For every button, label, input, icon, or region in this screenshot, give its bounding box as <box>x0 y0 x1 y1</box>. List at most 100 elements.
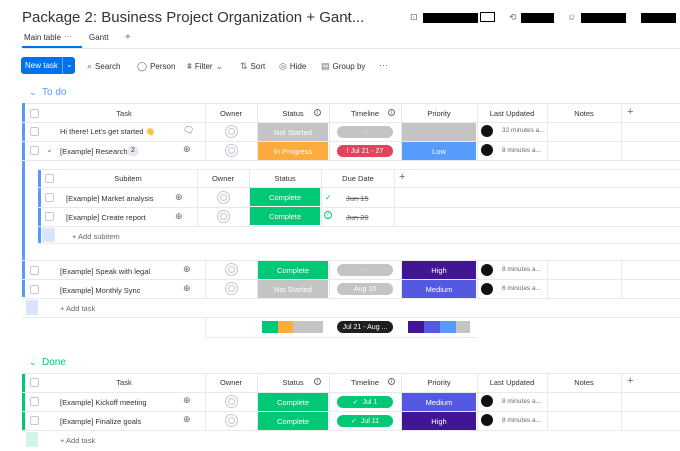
task-name[interactable]: [Example] Finalize goals <box>60 417 141 426</box>
chevron-down-icon[interactable]: ⌄ <box>29 357 37 368</box>
integrate-icon[interactable]: ⊡ <box>410 12 418 23</box>
column-header-priority[interactable]: Priority <box>402 378 476 387</box>
owner-avatar-empty[interactable] <box>217 191 230 204</box>
subitem-name[interactable]: [Example] Create report <box>66 213 146 222</box>
owner-avatar-empty[interactable] <box>225 282 238 295</box>
priority-pill[interactable] <box>402 123 476 141</box>
subitem-header-owner[interactable]: Owner <box>198 174 248 183</box>
info-icon[interactable]: i <box>314 109 321 116</box>
group-by-button[interactable]: ▤ Group by <box>321 61 365 72</box>
status-pill[interactable]: Complete <box>258 412 328 430</box>
subitem-checkbox[interactable] <box>45 212 54 221</box>
status-pill[interactable]: In Progress <box>258 142 328 160</box>
timeline-pill[interactable]: ! Jul 21 - 27 <box>337 145 393 157</box>
add-update-icon[interactable]: ⊕ <box>183 264 191 275</box>
add-subitem-row[interactable]: + Add subitem <box>72 232 120 241</box>
tab-more-icon[interactable]: ··· <box>64 32 72 41</box>
column-header-task[interactable]: Task <box>44 109 204 118</box>
column-header-owner[interactable]: Owner <box>206 378 256 387</box>
search-button[interactable]: ⌕ Search <box>87 61 120 72</box>
add-update-icon[interactable]: ⊕ <box>183 144 191 155</box>
subitem-status-pill[interactable]: Complete <box>250 207 320 225</box>
due-date-text[interactable]: Jun 15 <box>346 194 369 203</box>
chevron-down-icon[interactable]: ⌄ <box>46 145 53 154</box>
add-subitem-column-button[interactable]: + <box>399 171 405 183</box>
owner-avatar-empty[interactable] <box>225 125 238 138</box>
sort-button[interactable]: ⇅ Sort <box>240 61 265 72</box>
invite-icon[interactable]: ☺ <box>567 12 576 22</box>
task-name[interactable]: Hi there! Let's get started 👋 <box>60 127 155 136</box>
chevron-down-icon[interactable]: ⌄ <box>66 60 73 69</box>
subitem-checkbox[interactable] <box>45 193 54 202</box>
person-filter-button[interactable]: ◯ Person <box>137 61 175 72</box>
column-header-task[interactable]: Task <box>44 378 204 387</box>
priority-pill[interactable]: Low <box>402 142 476 160</box>
timeline-pill[interactable]: Aug 10 <box>337 283 393 295</box>
timeline-pill[interactable]: - <box>337 264 393 276</box>
owner-avatar-empty[interactable] <box>225 414 238 427</box>
chevron-down-icon[interactable]: ⌄ <box>29 87 37 98</box>
status-pill[interactable]: Not Started <box>258 123 328 141</box>
task-name[interactable]: [Example] Research <box>60 147 128 156</box>
subitem-header-name[interactable]: Subitem <box>60 174 196 183</box>
add-view-button[interactable]: + <box>125 32 131 43</box>
owner-avatar-empty[interactable] <box>225 263 238 276</box>
group-title-todo[interactable]: To do <box>42 87 66 98</box>
status-pill[interactable]: Complete <box>258 393 328 411</box>
column-header-notes[interactable]: Notes <box>548 109 620 118</box>
owner-avatar-empty[interactable] <box>225 395 238 408</box>
add-update-icon[interactable]: ⊕ <box>183 395 191 406</box>
priority-pill[interactable]: High <box>402 412 476 430</box>
column-header-notes[interactable]: Notes <box>548 378 620 387</box>
subitem-name[interactable]: [Example] Market analysis <box>66 194 154 203</box>
task-name[interactable]: [Example] Monthly Sync <box>60 286 140 295</box>
row-checkbox[interactable] <box>30 397 39 406</box>
column-header-priority[interactable]: Priority <box>402 109 476 118</box>
column-header-last-updated[interactable]: Last Updated <box>478 378 546 387</box>
new-task-button[interactable]: New task ⌄ <box>21 57 75 74</box>
board-title[interactable]: Package 2: Business Project Organization… <box>22 9 364 26</box>
chevron-down-icon[interactable]: ⌄ <box>216 61 224 72</box>
group-title-done[interactable]: Done <box>42 357 66 368</box>
row-checkbox[interactable] <box>30 285 39 294</box>
add-column-button[interactable]: + <box>627 375 633 387</box>
filter-button[interactable]: ⩩ Filter ⌄ <box>187 61 223 72</box>
subitem-header-due-date[interactable]: Due Date <box>322 174 394 183</box>
column-header-owner[interactable]: Owner <box>206 109 256 118</box>
chevron-down-icon[interactable]: ⌄ <box>343 11 351 22</box>
add-update-icon[interactable]: ⊕ <box>175 211 183 222</box>
row-checkbox[interactable] <box>30 146 39 155</box>
tab-main-table[interactable]: Main table <box>24 33 61 42</box>
select-all-checkbox[interactable] <box>30 378 39 387</box>
select-all-checkbox[interactable] <box>30 109 39 118</box>
task-name[interactable]: [Example] Speak with legal <box>60 267 150 276</box>
row-checkbox[interactable] <box>30 266 39 275</box>
subitem-status-pill[interactable]: Complete <box>250 188 320 206</box>
info-icon[interactable]: i <box>388 109 395 116</box>
info-icon[interactable]: i <box>314 378 321 385</box>
select-all-subitems-checkbox[interactable] <box>45 174 54 183</box>
tab-gantt[interactable]: Gantt <box>89 33 109 42</box>
status-pill[interactable]: Not Started <box>258 280 328 298</box>
add-update-icon[interactable]: ⊕ <box>183 414 191 425</box>
priority-pill[interactable]: Medium <box>402 280 476 298</box>
hide-button[interactable]: ◎ Hide <box>279 61 306 72</box>
subitem-header-status[interactable]: Status <box>250 174 320 183</box>
owner-avatar-empty[interactable] <box>217 210 230 223</box>
row-checkbox[interactable] <box>30 416 39 425</box>
info-icon[interactable]: i <box>388 378 395 385</box>
add-update-icon[interactable]: ⊕ <box>175 192 183 203</box>
status-pill[interactable]: Complete <box>258 261 328 279</box>
timeline-pill[interactable]: ✓ Jul 11 <box>337 415 393 427</box>
column-header-last-updated[interactable]: Last Updated <box>478 109 546 118</box>
priority-pill[interactable]: High <box>402 261 476 279</box>
timeline-pill[interactable]: ✓ Jul 1 <box>337 396 393 408</box>
add-task-row[interactable]: + Add task <box>60 436 95 445</box>
add-column-button[interactable]: + <box>627 106 633 118</box>
automate-icon[interactable]: ⟲ <box>509 12 517 23</box>
add-update-icon[interactable]: ⊕ <box>183 283 191 294</box>
subitem-count-badge[interactable]: 2 <box>128 146 138 156</box>
conversation-icon[interactable]: 🗨 <box>183 125 194 136</box>
due-date-text[interactable]: Jun 20 <box>346 213 369 222</box>
add-task-row[interactable]: + Add task <box>60 304 95 313</box>
